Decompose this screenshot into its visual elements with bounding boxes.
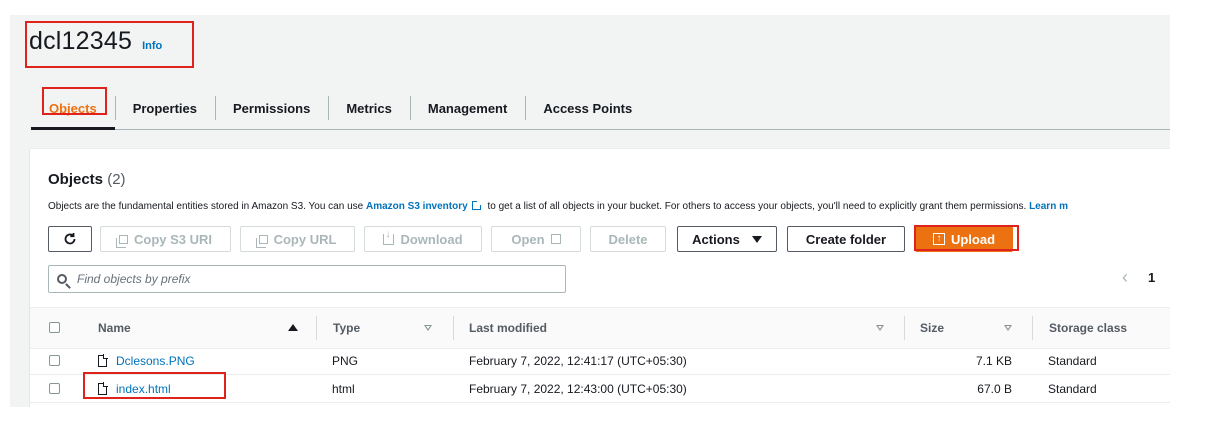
tab-label: Access Points bbox=[543, 100, 633, 116]
column-label: Name bbox=[98, 321, 131, 335]
column-header-name[interactable]: Name bbox=[98, 308, 131, 348]
pagination: ‹ 1 bbox=[1122, 267, 1155, 288]
sort-icon[interactable] bbox=[424, 325, 432, 331]
refresh-icon bbox=[64, 233, 76, 245]
delete-button[interactable]: Delete bbox=[590, 226, 666, 252]
caret-down-icon bbox=[751, 235, 762, 243]
search-box bbox=[48, 265, 566, 293]
last-modified-cell: February 7, 2022, 12:41:17 (UTC+05:30) bbox=[469, 353, 687, 368]
copy-icon bbox=[115, 234, 128, 248]
upload-icon: ↑ bbox=[932, 233, 945, 245]
bucket-name: dcl12345 bbox=[29, 27, 133, 55]
learn-more-link[interactable]: Learn m bbox=[1029, 201, 1068, 212]
tab-metrics[interactable]: Metrics bbox=[328, 87, 410, 129]
file-icon bbox=[98, 381, 108, 395]
column-divider bbox=[453, 316, 454, 340]
s3-inventory-link[interactable]: Amazon S3 inventory bbox=[366, 201, 468, 212]
size-cell: 67.0 B bbox=[977, 381, 1012, 396]
objects-heading-text: Objects bbox=[48, 171, 104, 188]
tab-label: Metrics bbox=[346, 100, 392, 116]
actions-dropdown[interactable]: Actions bbox=[677, 226, 777, 252]
description-text-2: to get a list of all objects in your buc… bbox=[487, 201, 1027, 212]
s3-bucket-page: dcl12345 Info Objects Properties Permiss… bbox=[10, 15, 1170, 407]
button-label: Open bbox=[511, 231, 545, 247]
button-label: Copy S3 URI bbox=[133, 231, 212, 247]
button-label: Create folder bbox=[805, 231, 887, 247]
column-divider bbox=[904, 316, 905, 340]
button-label: Actions bbox=[692, 231, 740, 247]
objects-heading: Objects (2) bbox=[48, 171, 126, 188]
info-link[interactable]: Info bbox=[142, 40, 162, 52]
sort-ascending-icon[interactable] bbox=[288, 324, 298, 331]
column-header-last-modified[interactable]: Last modified bbox=[469, 308, 547, 348]
row-checkbox[interactable] bbox=[49, 355, 60, 366]
column-divider bbox=[1032, 316, 1033, 340]
sort-icon[interactable] bbox=[876, 325, 884, 331]
button-label: Copy URL bbox=[273, 231, 337, 247]
tab-objects[interactable]: Objects bbox=[31, 87, 115, 130]
refresh-button[interactable] bbox=[48, 226, 92, 252]
table-row: index.html html February 7, 2022, 12:43:… bbox=[30, 375, 1170, 403]
file-icon bbox=[98, 353, 108, 367]
last-modified-cell: February 7, 2022, 12:43:00 (UTC+05:30) bbox=[469, 381, 687, 396]
table-header: Name Type Last modified Size Storage cla… bbox=[30, 307, 1170, 349]
column-header-storage-class[interactable]: Storage class bbox=[1049, 308, 1127, 348]
type-cell: PNG bbox=[332, 353, 359, 368]
copy-icon bbox=[255, 234, 268, 248]
tab-label: Management bbox=[427, 100, 508, 116]
column-divider bbox=[316, 316, 317, 340]
objects-description: Objects are the fundamental entities sto… bbox=[48, 200, 1068, 212]
column-label: Size bbox=[920, 321, 945, 335]
name-cell: Dclesons.PNG bbox=[98, 347, 195, 374]
description-text: Objects are the fundamental entities sto… bbox=[48, 201, 364, 212]
name-cell: index.html bbox=[98, 375, 171, 402]
copy-url-button[interactable]: Copy URL bbox=[240, 226, 355, 252]
search-input[interactable] bbox=[75, 271, 519, 287]
column-label: Storage class bbox=[1049, 321, 1128, 335]
column-header-size[interactable]: Size bbox=[920, 308, 944, 348]
page-title: dcl12345 Info bbox=[29, 27, 162, 56]
column-label: Last modified bbox=[469, 321, 548, 335]
tab-label: Permissions bbox=[233, 100, 311, 116]
button-label: Upload bbox=[950, 231, 996, 247]
object-link[interactable]: index.html bbox=[116, 382, 171, 396]
type-cell: html bbox=[332, 381, 355, 396]
table-row: Dclesons.PNG PNG February 7, 2022, 12:41… bbox=[30, 347, 1170, 375]
tab-permissions[interactable]: Permissions bbox=[215, 87, 328, 129]
button-label: Download bbox=[400, 231, 463, 247]
size-cell: 7.1 KB bbox=[975, 353, 1012, 368]
storage-class-cell: Standard bbox=[1048, 381, 1097, 396]
objects-count: (2) bbox=[107, 171, 126, 188]
row-checkbox[interactable] bbox=[49, 383, 60, 394]
open-button[interactable]: Open bbox=[491, 226, 581, 252]
page-number[interactable]: 1 bbox=[1148, 270, 1155, 285]
tab-properties[interactable]: Properties bbox=[114, 87, 215, 129]
copy-s3-uri-button[interactable]: Copy S3 URI bbox=[100, 226, 231, 252]
download-icon bbox=[383, 229, 395, 245]
external-link-icon bbox=[550, 234, 561, 244]
search-icon bbox=[57, 274, 67, 284]
external-link-icon bbox=[471, 200, 482, 210]
select-all-checkbox[interactable] bbox=[49, 322, 60, 333]
column-label: Type bbox=[333, 321, 361, 335]
tab-management[interactable]: Management bbox=[409, 87, 525, 129]
column-header-type[interactable]: Type bbox=[333, 308, 360, 348]
sort-icon[interactable] bbox=[1004, 325, 1012, 331]
tab-bar: Objects Properties Permissions Metrics M… bbox=[31, 87, 1170, 130]
tab-access-points[interactable]: Access Points bbox=[525, 87, 650, 129]
chevron-left-icon[interactable]: ‹ bbox=[1122, 267, 1128, 288]
upload-button[interactable]: ↑ Upload bbox=[915, 226, 1013, 252]
tab-label: Properties bbox=[132, 100, 197, 116]
download-button[interactable]: Download bbox=[364, 226, 482, 252]
storage-class-cell: Standard bbox=[1048, 353, 1097, 368]
objects-panel: Objects (2) Objects are the fundamental … bbox=[30, 148, 1170, 407]
button-label: Delete bbox=[608, 231, 648, 247]
tab-label: Objects bbox=[49, 100, 97, 116]
create-folder-button[interactable]: Create folder bbox=[787, 226, 905, 252]
object-link[interactable]: Dclesons.PNG bbox=[116, 354, 195, 368]
